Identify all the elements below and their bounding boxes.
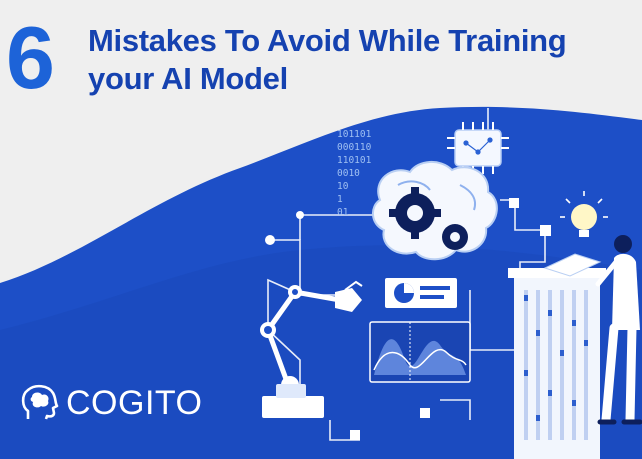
brand-name: COGITO [66,383,203,422]
brand-logo: COGITO [18,379,203,427]
graph-card [369,321,471,383]
banner-canvas: 6 Mistakes To Avoid While Training your … [0,0,642,459]
list-count-number: 6 [6,8,55,107]
head-brain-icon [21,384,59,420]
binary-row: 10 [337,181,349,192]
server-rack-icon [508,268,606,459]
node-icon [265,235,275,245]
binary-row: 01 [337,207,349,218]
title-line-1: Mistakes To Avoid While Training [88,23,567,58]
binary-row: 110101 [337,155,372,166]
page-title: Mistakes To Avoid While Training your AI… [88,22,567,98]
binary-row: 0010 [337,168,360,179]
pie-chart-card [385,278,457,308]
title-line-2: your AI Model [88,61,288,96]
binary-row: 000110 [337,142,372,153]
binary-code-text: 101101 000110 110101 0010 10 1 01 [337,128,371,219]
node-icon [296,211,304,219]
brain-gears-icon [372,161,498,261]
binary-row: 101101 [337,129,372,140]
binary-row: 1 [337,194,343,205]
